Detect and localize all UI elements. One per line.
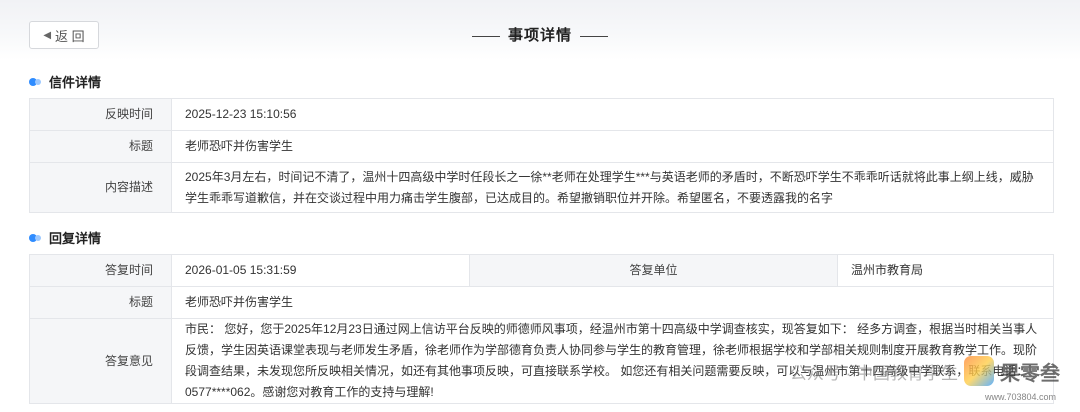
watermark-account: 公众号 · 中国教育学生	[789, 363, 958, 383]
reply-row-title: 标题 老师恐吓并伤害学生	[29, 286, 1054, 319]
letter-title-label: 标题	[29, 130, 172, 163]
reply-section-header: 回复详情	[29, 228, 101, 247]
letter-row-time: 反映时间 2025-12-23 15:10:56	[29, 98, 1054, 131]
letter-section-header: 信件详情	[29, 72, 101, 91]
letter-section-title: 信件详情	[49, 75, 102, 90]
reply-time-value: 2026-01-05 15:31:59	[171, 254, 470, 287]
letter-time-value: 2025-12-23 15:10:56	[171, 98, 1054, 131]
reply-unit-label: 答复单位	[469, 254, 838, 287]
page-title: 事项详情	[0, 24, 1080, 45]
section-dot-icon	[29, 233, 43, 242]
letter-time-label: 反映时间	[29, 98, 172, 131]
reply-title-value: 老师恐吓并伤害学生	[171, 286, 1054, 319]
letter-title-value: 老师恐吓并伤害学生	[171, 130, 1054, 163]
page-title-text: 事项详情	[507, 27, 572, 44]
reply-section-title: 回复详情	[49, 231, 102, 246]
letter-detail-table: 反映时间 2025-12-23 15:10:56 标题 老师恐吓并伤害学生 内容…	[29, 98, 1054, 213]
reply-title-label: 标题	[29, 286, 172, 319]
section-dot-icon	[29, 77, 43, 86]
watermark-logo-icon	[964, 356, 994, 386]
reply-time-label: 答复时间	[29, 254, 172, 287]
watermark-url: www.703804.com	[984, 392, 1056, 402]
reply-opinion-label: 答复意见	[29, 318, 172, 404]
title-right-rule	[580, 35, 608, 37]
letter-content-label: 内容描述	[29, 162, 172, 213]
letter-row-content: 内容描述 2025年3月左右，时间记不清了，温州十四高级中学时任段长之一徐**老…	[29, 162, 1054, 213]
reply-row-time: 答复时间 2026-01-05 15:31:59 答复单位 温州市教育局	[29, 254, 1054, 287]
reply-unit-value: 温州市教育局	[837, 254, 1054, 287]
watermark: 公众号 · 中国教育学生 果零叁	[790, 356, 1060, 386]
title-left-rule	[471, 35, 500, 37]
letter-row-title: 标题 老师恐吓并伤害学生	[29, 130, 1054, 163]
watermark-brand: 果零叁	[1000, 362, 1060, 385]
letter-content-value: 2025年3月左右，时间记不清了，温州十四高级中学时任段长之一徐**老师在处理学…	[171, 162, 1054, 213]
